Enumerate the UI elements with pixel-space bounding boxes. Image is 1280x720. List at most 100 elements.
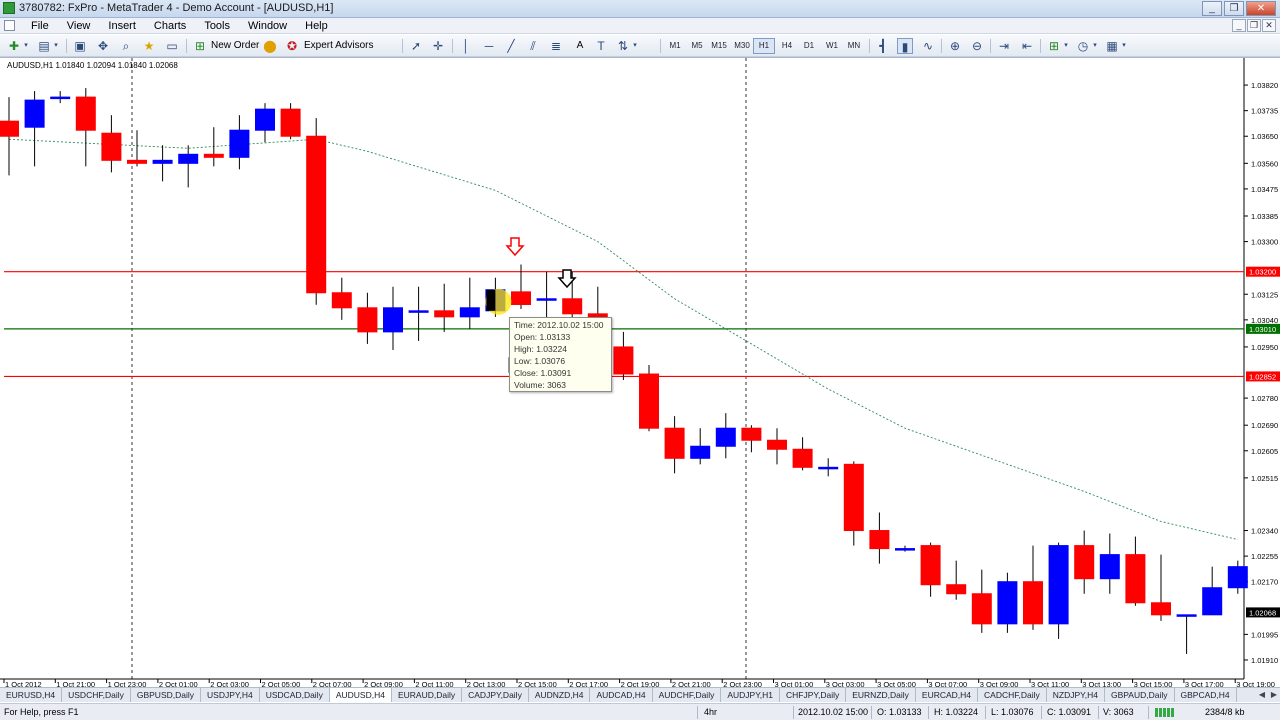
- expert-advisors-button[interactable]: ✪: [284, 38, 300, 54]
- candle-body: [639, 373, 659, 429]
- zoom-out-icon: ⊖: [971, 39, 983, 53]
- indicators-button[interactable]: ⊞ ▾: [1046, 38, 1070, 54]
- symbol-tab[interactable]: AUDNZD,H4: [529, 688, 591, 702]
- autoscroll-button[interactable]: ⇥: [996, 38, 1012, 54]
- tab-scroll-right-icon[interactable]: ▶: [1268, 688, 1280, 702]
- new-order-label[interactable]: New Order: [211, 38, 259, 54]
- symbol-tab[interactable]: NZDJPY,H4: [1047, 688, 1105, 702]
- menu-charts[interactable]: Charts: [145, 19, 195, 33]
- text-tool[interactable]: A: [574, 38, 586, 54]
- symbol-tab[interactable]: CHFJPY,Daily: [780, 688, 847, 702]
- tooltip-close: Close: 1.03091: [514, 368, 572, 378]
- price-label: 1.03735: [1251, 107, 1278, 116]
- candle-body: [920, 545, 941, 586]
- symbol-tab[interactable]: EURUSD,H4: [0, 688, 63, 702]
- timeframe-m1[interactable]: M1: [664, 38, 686, 54]
- tooltip-high: High: 1.03224: [514, 344, 567, 354]
- zoom-in-button[interactable]: ⊕: [947, 38, 963, 54]
- symbol-tab[interactable]: AUDUSD,H4: [329, 688, 392, 702]
- timeframe-m15[interactable]: M15: [708, 38, 730, 54]
- timeframe-d1[interactable]: D1: [798, 38, 820, 54]
- symbol-tab[interactable]: USDCAD,Daily: [260, 688, 330, 702]
- auto-trading-indicator[interactable]: ⬤: [262, 38, 278, 54]
- chart-shift-icon: ⇤: [1021, 39, 1033, 53]
- menu-tools[interactable]: Tools: [195, 19, 239, 33]
- close-button[interactable]: ✕: [1246, 1, 1276, 16]
- bar-chart-button[interactable]: ┫: [875, 38, 891, 54]
- horizontal-line-tool[interactable]: ─: [481, 38, 497, 54]
- timeframe-h1[interactable]: H1: [753, 38, 775, 54]
- menu-insert[interactable]: Insert: [99, 19, 145, 33]
- symbol-tab[interactable]: AUDCHF,Daily: [653, 688, 722, 702]
- menu-file[interactable]: File: [22, 19, 58, 33]
- candle-body: [1125, 554, 1146, 604]
- price-label: 1.02255: [1251, 552, 1278, 561]
- market-watch-button[interactable]: ▣: [72, 38, 88, 54]
- timeframe-h4[interactable]: H4: [776, 38, 798, 54]
- symbol-tab[interactable]: AUDCAD,H4: [590, 688, 653, 702]
- line-chart-button[interactable]: ∿: [920, 38, 936, 54]
- trendline-tool[interactable]: ╱: [503, 38, 519, 54]
- candle-body: [895, 548, 915, 551]
- symbol-tab[interactable]: CADJPY,Daily: [462, 688, 529, 702]
- minimize-button[interactable]: _: [1202, 1, 1222, 16]
- timeframe-w1[interactable]: W1: [821, 38, 843, 54]
- symbol-tab[interactable]: GBPAUD,Daily: [1105, 688, 1175, 702]
- price-label: 1.02690: [1251, 421, 1278, 430]
- menu-help[interactable]: Help: [296, 19, 337, 33]
- arrows-tool[interactable]: ⇅ ▾: [615, 38, 639, 54]
- window-controls: _ ❐ ✕: [1202, 1, 1276, 16]
- candle-body: [511, 291, 531, 305]
- candle-body: [690, 445, 711, 459]
- cursor-tool[interactable]: ➚: [408, 38, 424, 54]
- menu-window[interactable]: Window: [239, 19, 296, 33]
- navigator-button[interactable]: ✥: [95, 38, 111, 54]
- menu-view[interactable]: View: [58, 19, 100, 33]
- symbol-tab[interactable]: EURAUD,Daily: [392, 688, 463, 702]
- market-watch-icon: ▣: [74, 39, 86, 53]
- symbol-tab[interactable]: GBPUSD,Daily: [131, 688, 202, 702]
- chart-shift-button[interactable]: ⇤: [1019, 38, 1035, 54]
- chart-minimize-button[interactable]: _: [1232, 19, 1246, 32]
- symbol-tab[interactable]: GBPCAD,H4: [1175, 688, 1237, 702]
- price-chart[interactable]: 1.03820 1.03735 1.03650 1.03560 1.03475 1.033…: [0, 57, 1280, 688]
- terminal-button[interactable]: ▭: [164, 38, 180, 54]
- profiles-button[interactable]: ▤ ▾: [36, 38, 60, 54]
- zoom-out-button[interactable]: ⊖: [969, 38, 985, 54]
- tab-scroll-left-icon[interactable]: ◀: [1256, 688, 1268, 702]
- candle-body: [946, 584, 967, 595]
- fibonacci-tool[interactable]: ≣: [548, 38, 564, 54]
- chart-restore-button[interactable]: ❐: [1247, 19, 1261, 32]
- tooltip-volume: Volume: 3063: [514, 380, 566, 390]
- crosshair-tool[interactable]: ✛: [430, 38, 446, 54]
- chart-close-button[interactable]: ✕: [1262, 19, 1276, 32]
- timeframe-m5[interactable]: M5: [686, 38, 708, 54]
- symbol-tab[interactable]: AUDJPY,H1: [721, 688, 781, 702]
- symbol-tab[interactable]: EURCAD,H4: [916, 688, 979, 702]
- candle-body: [101, 132, 122, 161]
- restore-button[interactable]: ❐: [1224, 1, 1244, 16]
- symbol-tab[interactable]: USDCHF,Daily: [62, 688, 131, 702]
- data-window-button[interactable]: ⌕: [118, 38, 134, 54]
- vertical-line-tool[interactable]: │: [458, 38, 474, 54]
- candlestick-button[interactable]: ▮: [897, 38, 913, 54]
- new-chart-button[interactable]: ✚ ▾: [6, 38, 30, 54]
- candle-body: [1048, 545, 1069, 625]
- symbol-tab[interactable]: USDJPY,H4: [201, 688, 260, 702]
- new-order-button[interactable]: ⊞: [192, 38, 208, 54]
- tab-scroll-arrows: ◀ ▶: [1256, 688, 1280, 702]
- templates-button[interactable]: ▦ ▾: [1104, 38, 1128, 54]
- symbol-tab[interactable]: EURNZD,Daily: [846, 688, 916, 702]
- status-close: C: 1.03091: [1047, 707, 1092, 717]
- favorites-button[interactable]: ★: [141, 38, 157, 54]
- title-bar[interactable]: 3780782: FxPro - MetaTrader 4 - Demo Acc…: [0, 0, 1280, 18]
- candle-body: [331, 292, 352, 309]
- text-label-tool[interactable]: T: [593, 38, 609, 54]
- periods-button[interactable]: ◷ ▾: [1075, 38, 1099, 54]
- expert-advisors-label[interactable]: Expert Advisors: [304, 38, 373, 54]
- channel-tool[interactable]: ⫽: [525, 38, 541, 54]
- timeframe-mn[interactable]: MN: [843, 38, 865, 54]
- symbol-tab[interactable]: CADCHF,Daily: [978, 688, 1047, 702]
- timeframe-m30[interactable]: M30: [731, 38, 753, 54]
- chart-window-icon[interactable]: [4, 20, 15, 31]
